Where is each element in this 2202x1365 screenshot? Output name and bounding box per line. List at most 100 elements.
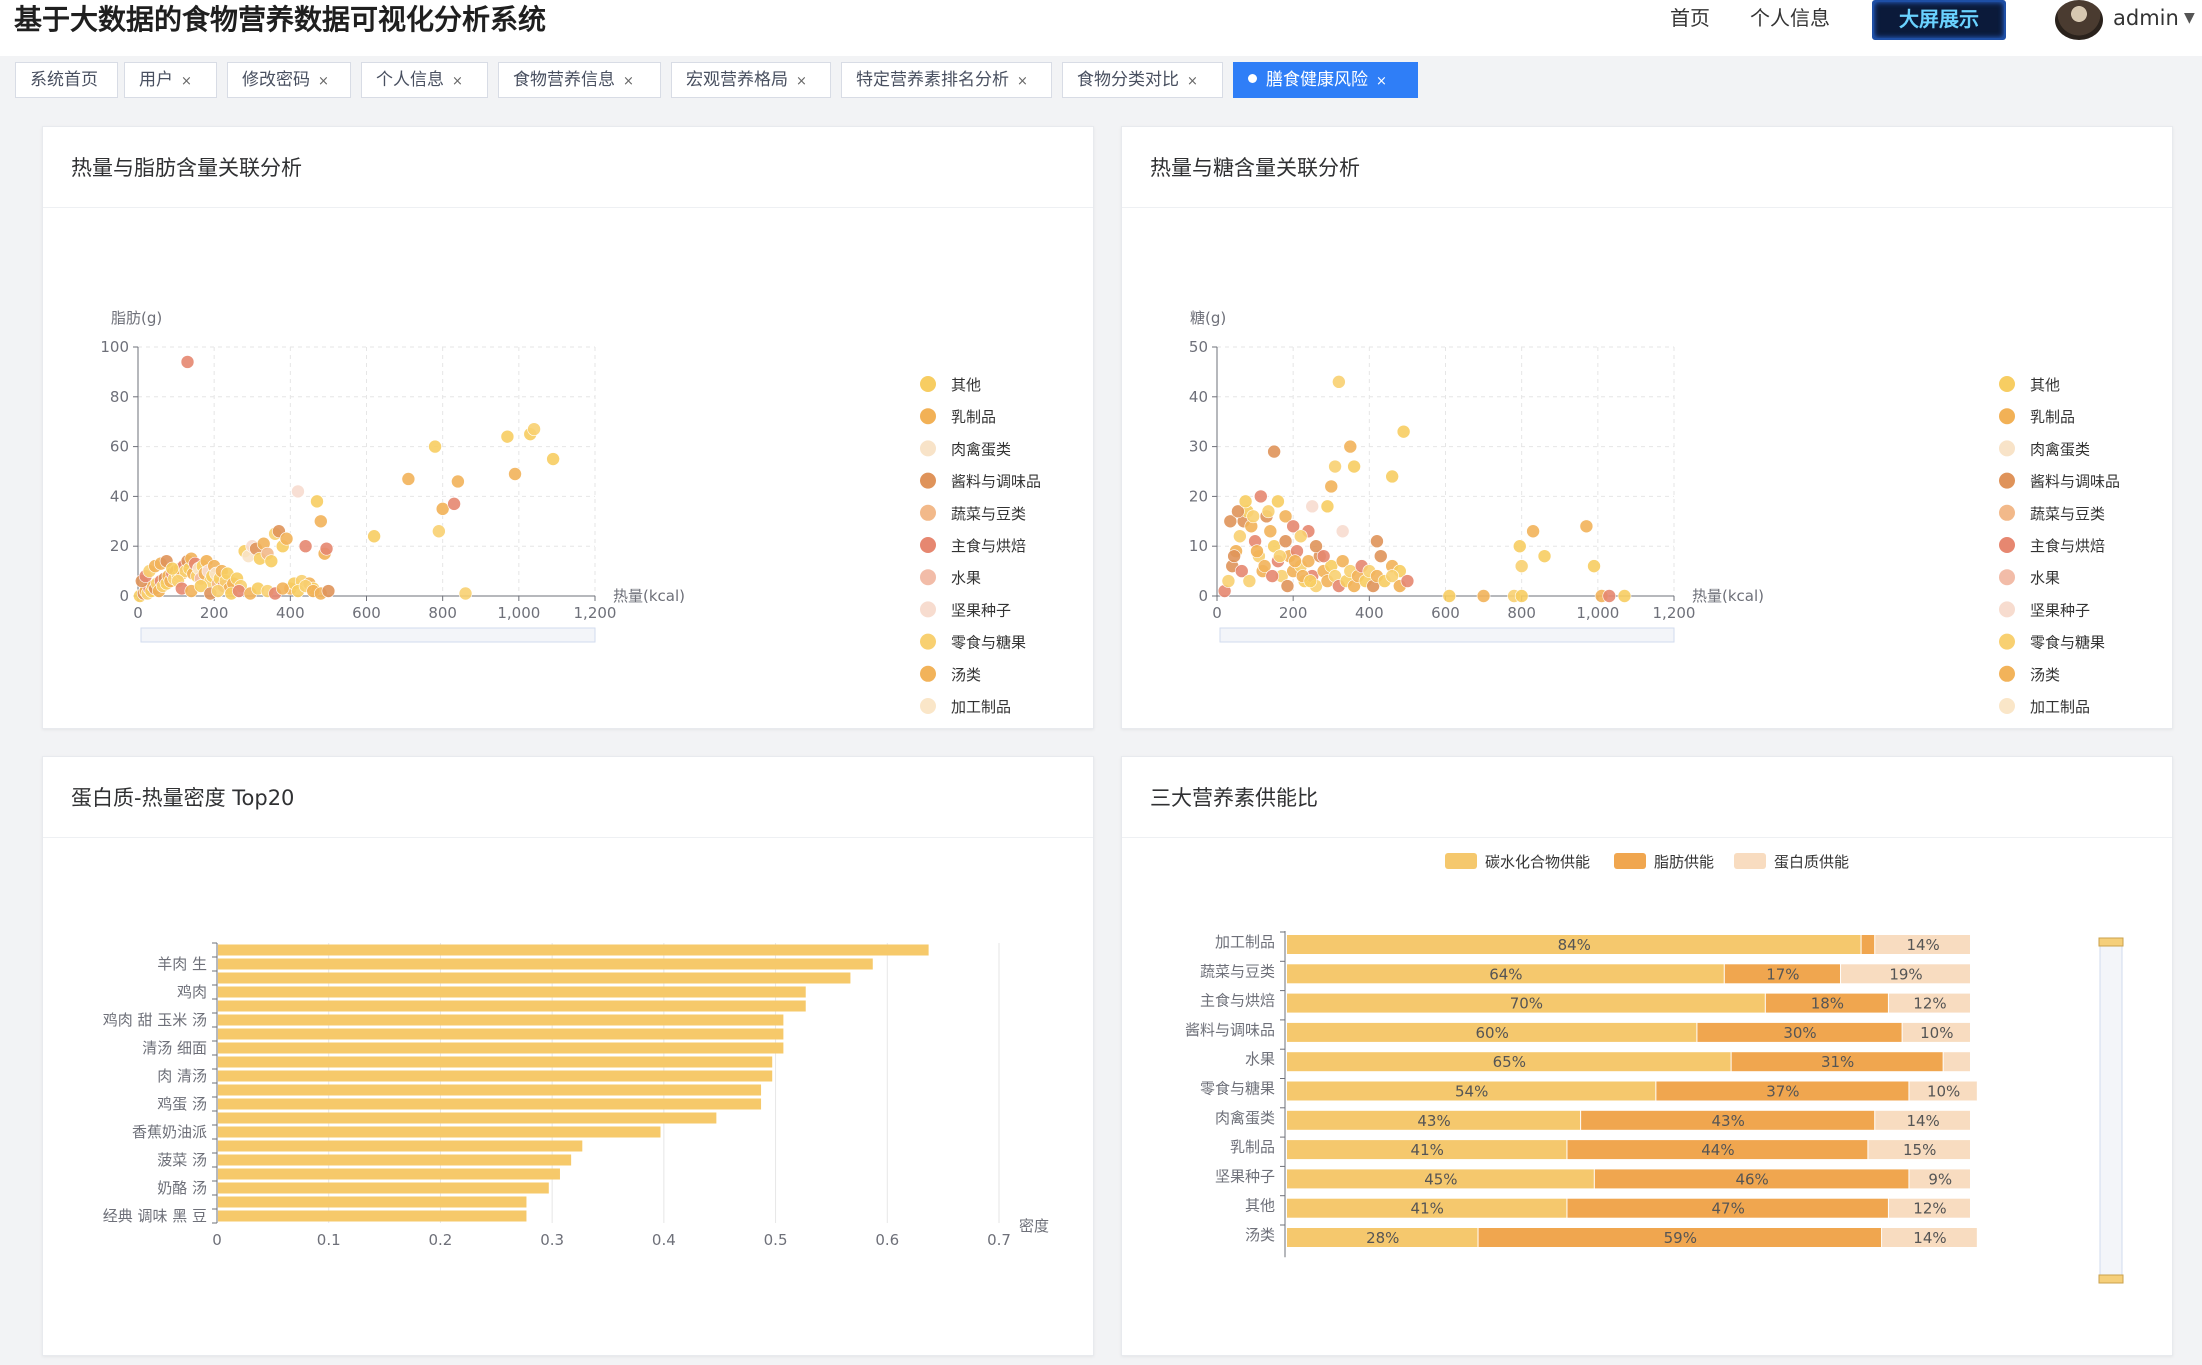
- scatter-point[interactable]: [1246, 509, 1260, 524]
- scatter-point[interactable]: [165, 561, 180, 576]
- bar[interactable]: [218, 1042, 784, 1054]
- close-icon[interactable]: ×: [1017, 74, 1028, 89]
- close-icon[interactable]: ×: [623, 74, 634, 89]
- legend-marker[interactable]: [920, 537, 936, 553]
- scatter-point[interactable]: [1617, 589, 1632, 603]
- bar[interactable]: [218, 986, 806, 998]
- zoom-slider[interactable]: [140, 627, 596, 643]
- scatter-point[interactable]: [1261, 504, 1276, 519]
- scatter-point[interactable]: [527, 422, 541, 436]
- legend-marker[interactable]: [1999, 408, 2015, 425]
- scatter-point[interactable]: [401, 472, 416, 486]
- scatter-point[interactable]: [1280, 579, 1295, 593]
- scatter-point[interactable]: [1227, 549, 1241, 563]
- scatter-point[interactable]: [500, 429, 515, 444]
- legend-marker[interactable]: [1999, 665, 2015, 682]
- scatter-point[interactable]: [310, 494, 324, 509]
- bar-segment[interactable]: [1861, 935, 1875, 954]
- scatter-point[interactable]: [1320, 499, 1335, 514]
- bar[interactable]: [218, 1028, 784, 1040]
- big-screen-button[interactable]: 大屏展示: [1872, 0, 2006, 40]
- scatter-point[interactable]: [546, 452, 560, 466]
- scatter-point[interactable]: [319, 541, 334, 556]
- legend-marker[interactable]: [1614, 853, 1646, 869]
- legend-marker[interactable]: [1999, 601, 2015, 618]
- bar[interactable]: [218, 1084, 762, 1096]
- legend-marker[interactable]: [920, 376, 936, 392]
- scatter-point[interactable]: [321, 584, 336, 598]
- scatter-point[interactable]: [1305, 499, 1320, 514]
- zoom-slider[interactable]: [1219, 627, 1675, 643]
- scatter-point[interactable]: [508, 467, 522, 481]
- tab-2[interactable]: 修改密码 ×: [227, 62, 351, 98]
- tab-3[interactable]: 个人信息 ×: [361, 62, 488, 98]
- legend-marker[interactable]: [920, 408, 936, 425]
- scatter-point[interactable]: [313, 514, 328, 529]
- bar[interactable]: [218, 1210, 527, 1222]
- scatter-point[interactable]: [1328, 459, 1342, 474]
- scatter-point[interactable]: [279, 531, 294, 546]
- scatter-point[interactable]: [1442, 589, 1457, 603]
- scatter-point[interactable]: [367, 529, 381, 544]
- close-icon[interactable]: ×: [452, 74, 463, 89]
- legend-marker[interactable]: [1999, 376, 2015, 392]
- bar[interactable]: [218, 972, 851, 984]
- scatter-point[interactable]: [1512, 539, 1527, 554]
- scatter-point[interactable]: [1396, 424, 1411, 439]
- scatter-point[interactable]: [298, 539, 313, 554]
- scatter-point[interactable]: [1400, 574, 1415, 588]
- scatter-point[interactable]: [291, 484, 305, 499]
- close-icon[interactable]: ×: [796, 74, 807, 89]
- bar[interactable]: [218, 1000, 806, 1012]
- scatter-point[interactable]: [1602, 589, 1617, 603]
- legend-marker[interactable]: [920, 440, 936, 457]
- legend-marker[interactable]: [1999, 440, 2015, 457]
- tab-0[interactable]: 系统首页: [15, 62, 118, 98]
- bar[interactable]: [218, 1168, 560, 1180]
- scatter-point[interactable]: [275, 581, 290, 596]
- bar[interactable]: [218, 1056, 773, 1068]
- tab-7[interactable]: 食物分类对比 ×: [1062, 62, 1223, 98]
- scatter-point[interactable]: [1385, 469, 1399, 484]
- nav-profile-link[interactable]: 个人信息: [1750, 4, 1830, 32]
- scatter-point[interactable]: [1373, 549, 1388, 563]
- zoom-slider[interactable]: [2099, 942, 2123, 1278]
- bar[interactable]: [218, 1154, 572, 1166]
- bar[interactable]: [218, 944, 929, 956]
- zoom-handle[interactable]: [2098, 1274, 2124, 1284]
- close-icon[interactable]: ×: [318, 74, 329, 89]
- scatter-point[interactable]: [1288, 554, 1302, 568]
- legend-marker[interactable]: [920, 504, 936, 521]
- legend-marker[interactable]: [1999, 633, 2015, 650]
- nav-home-link[interactable]: 首页: [1670, 4, 1710, 32]
- close-icon[interactable]: ×: [1376, 74, 1387, 89]
- scatter-point[interactable]: [264, 554, 279, 568]
- legend-marker[interactable]: [920, 698, 936, 714]
- scatter-point[interactable]: [1579, 519, 1594, 534]
- scatter-point[interactable]: [458, 586, 473, 601]
- sugar-scatter-chart[interactable]: 0 10 20 30 40 50 0 200 400 600 800 1,000 1,200 糖(g) 热量…: [1122, 208, 2172, 728]
- close-icon[interactable]: ×: [1187, 74, 1198, 89]
- scatter-point[interactable]: [232, 584, 246, 598]
- scatter-point[interactable]: [1221, 574, 1236, 588]
- legend-marker[interactable]: [1999, 537, 2015, 553]
- scatter-point[interactable]: [428, 439, 442, 454]
- bar[interactable]: [218, 1182, 549, 1194]
- fat-scatter-chart[interactable]: 0 20 40 60 80 100 0 200 400 600 800 1,000 1,200 脂肪(g)…: [43, 208, 1093, 728]
- bar[interactable]: [218, 1070, 773, 1082]
- scatter-point[interactable]: [1332, 375, 1346, 389]
- legend-marker[interactable]: [1999, 569, 2015, 586]
- macro-stack-chart[interactable]: 碳水化合物供能 脂肪供能 蛋白质供能加工制品 84% 14% 蔬菜与豆类 64% 17% 19%…: [1122, 838, 2172, 1356]
- scatter-point[interactable]: [1335, 524, 1350, 539]
- protein-bar-chart[interactable]: 0 0.1 0.2 0.3 0.4 0.5 0.6 0.7 经典 调味 黑 豆 奶酪 汤 菠菜 汤 香…: [43, 838, 1093, 1356]
- scatter-point[interactable]: [1587, 559, 1601, 573]
- tab-5[interactable]: 宏观营养格局 ×: [671, 62, 831, 98]
- bar[interactable]: [218, 1126, 661, 1138]
- scatter-point[interactable]: [211, 584, 225, 598]
- tab-6[interactable]: 特定营养素排名分析 ×: [841, 62, 1052, 98]
- scatter-point[interactable]: [1273, 549, 1287, 563]
- tab-1[interactable]: 用户 ×: [124, 62, 217, 98]
- legend-marker[interactable]: [1734, 853, 1766, 869]
- scatter-point[interactable]: [1293, 529, 1308, 544]
- scatter-point[interactable]: [1476, 589, 1491, 603]
